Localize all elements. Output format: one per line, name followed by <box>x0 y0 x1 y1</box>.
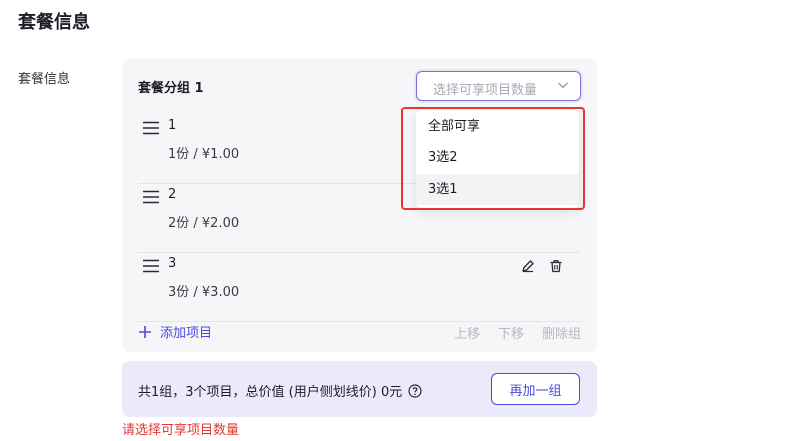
drag-handle-icon[interactable] <box>143 190 159 204</box>
item-name: 3 <box>168 256 177 271</box>
delete-group-button[interactable]: 删除组 <box>542 323 581 342</box>
list-item: 3 3份 / ¥3.00 <box>138 253 581 322</box>
move-up-button[interactable]: 上移 <box>454 323 480 342</box>
move-down-button[interactable]: 下移 <box>498 323 524 342</box>
help-circle-icon[interactable] <box>408 383 422 398</box>
add-group-button[interactable]: 再加一组 <box>491 373 580 405</box>
summary-text-wrap: 共1组，3个项目，总价值 (用户侧划线价) 0元 <box>138 381 422 400</box>
item-actions <box>521 259 563 273</box>
page-title: 套餐信息 <box>18 12 90 33</box>
item-price: 2份 / ¥2.00 <box>168 216 240 231</box>
group-title: 套餐分组 1 <box>138 81 204 96</box>
field-label-package-info: 套餐信息 <box>18 72 71 87</box>
dropdown-option-3-choose-1[interactable]: 3选1 <box>416 174 579 205</box>
item-name: 1 <box>168 118 177 133</box>
drag-handle-icon[interactable] <box>143 259 159 273</box>
add-item-label: 添加项目 <box>160 326 213 341</box>
dropdown-option-3-choose-2[interactable]: 3选2 <box>416 142 579 173</box>
group-actions: 上移 下移 删除组 <box>454 323 581 342</box>
plus-icon <box>139 325 151 338</box>
item-price: 3份 / ¥3.00 <box>168 285 240 300</box>
add-item-button[interactable]: 添加项目 <box>138 322 212 341</box>
item-name: 2 <box>168 187 177 202</box>
dropdown-option-all[interactable]: 全部可享 <box>416 111 579 142</box>
dropdown-menu: 全部可享 3选2 3选1 <box>416 110 579 208</box>
chevron-down-icon <box>558 82 568 89</box>
select-placeholder: 选择可享项目数量 <box>433 83 538 98</box>
summary-text: 共1组，3个项目，总价值 (用户侧划线价) 0元 <box>138 385 403 400</box>
edit-icon[interactable] <box>521 259 535 273</box>
drag-handle-icon[interactable] <box>143 121 159 135</box>
validation-error: 请选择可享项目数量 <box>122 423 240 438</box>
item-price: 1份 / ¥1.00 <box>168 147 240 162</box>
summary-bar: 共1组，3个项目，总价值 (用户侧划线价) 0元 再加一组 <box>122 361 597 417</box>
group-footer: 添加项目 上移 下移 删除组 <box>138 322 581 342</box>
trash-icon[interactable] <box>549 259 563 273</box>
selectable-count-select[interactable]: 选择可享项目数量 <box>416 71 581 101</box>
